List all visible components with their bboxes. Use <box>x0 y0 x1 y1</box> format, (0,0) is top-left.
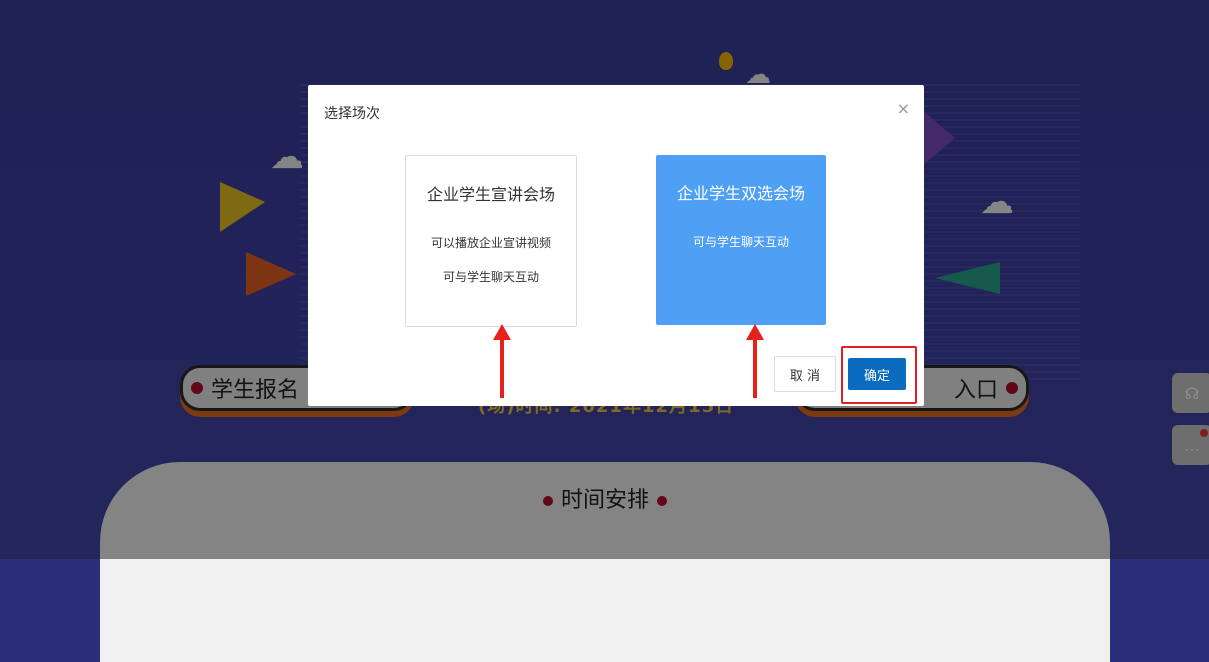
red-arrow-annotation <box>746 324 764 398</box>
dialog-title: 选择场次 <box>324 106 380 122</box>
red-arrow-annotation <box>493 324 511 398</box>
close-icon[interactable]: × <box>897 99 910 118</box>
cancel-button[interactable]: 取 消 <box>774 356 836 392</box>
card-title: 企业学生宣讲会场 <box>426 185 555 204</box>
card-description: 可与学生聊天互动 <box>442 270 539 284</box>
card-description: 可与学生聊天互动 <box>692 235 789 249</box>
card-title: 企业学生双选会场 <box>676 184 805 203</box>
confirm-button-highlight-box <box>841 346 917 404</box>
card-description: 可以播放企业宣讲视频 <box>430 236 551 250</box>
select-session-dialog: 选择场次 × 企业学生宣讲会场 可以播放企业宣讲视频 可与学生聊天互动 企业学生… <box>308 85 924 406</box>
session-card-presentation[interactable]: 企业学生宣讲会场 可以播放企业宣讲视频 可与学生聊天互动 <box>405 155 577 327</box>
session-card-double-selection[interactable]: 企业学生双选会场 可与学生聊天互动 <box>656 155 826 325</box>
